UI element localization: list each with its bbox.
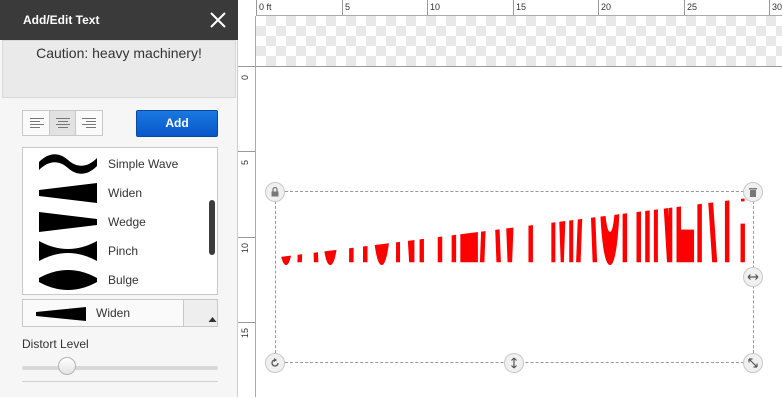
ruler-label: 0 <box>240 74 250 80</box>
widen-icon <box>39 183 97 203</box>
simple-wave-icon <box>39 154 97 174</box>
rotate-icon <box>271 358 279 367</box>
shape-label: Widen <box>108 186 143 200</box>
triangle-up-icon <box>208 317 217 322</box>
lock-handle[interactable] <box>265 182 285 202</box>
shape-item-widen[interactable]: Widen <box>23 178 203 207</box>
shape-label: Pinch <box>108 244 139 258</box>
shape-item-wedge[interactable]: Wedge <box>23 207 203 236</box>
align-left-button[interactable] <box>23 111 49 135</box>
horizontal-ruler: 0 ft 5 10 15 20 25 30 <box>256 0 782 16</box>
ruler-label: 25 <box>687 2 698 12</box>
delete-handle[interactable] <box>743 182 763 202</box>
ruler-label: 20 <box>601 2 612 12</box>
diagonal-arrows-icon <box>748 358 758 368</box>
trash-icon <box>749 188 757 197</box>
ruler-label: 15 <box>516 2 527 12</box>
alignment-buttons <box>22 110 103 136</box>
add-button[interactable]: Add <box>136 110 218 137</box>
stretch-vertical-handle[interactable] <box>504 353 524 373</box>
shape-dropdown[interactable]: Widen <box>22 299 218 327</box>
ruler-label: 0 ft <box>259 2 272 12</box>
scale-handle[interactable] <box>743 353 763 373</box>
ruler-label: 10 <box>430 2 441 12</box>
ruler-label: 5 <box>240 159 250 165</box>
close-icon <box>210 12 226 28</box>
text-input[interactable]: Caution: heavy machinery! <box>2 40 236 98</box>
rotate-handle[interactable] <box>265 353 285 373</box>
ruler-label: 30 <box>772 2 782 12</box>
align-right-button[interactable] <box>76 111 102 135</box>
dropdown-selected-label: Widen <box>96 306 131 320</box>
shape-label: Wedge <box>108 215 146 229</box>
vertical-arrows-icon <box>511 357 517 369</box>
ruler-label: 5 <box>345 2 351 12</box>
vertical-ruler: 0 5 10 15 <box>238 16 256 397</box>
pinch-icon <box>39 241 97 261</box>
shape-label: Bulge <box>108 273 139 287</box>
horizontal-arrows-icon <box>747 274 759 280</box>
shape-item-bulge[interactable]: Bulge <box>23 265 203 294</box>
distort-slider-thumb[interactable] <box>57 357 76 375</box>
selection-box <box>275 191 754 363</box>
distort-slider-track[interactable] <box>22 366 218 370</box>
ruler-label: 15 <box>240 327 250 338</box>
close-button[interactable] <box>208 10 228 30</box>
widen-icon <box>36 307 86 321</box>
transparent-margin <box>256 16 782 66</box>
distort-level-label: Distort Level <box>22 337 89 351</box>
dropdown-toggle-button[interactable] <box>183 300 217 326</box>
ruler-label: 10 <box>240 242 250 253</box>
align-center-button[interactable] <box>49 111 76 135</box>
wedge-icon <box>39 212 97 232</box>
add-edit-text-panel: Add/Edit Text Caution: heavy machinery! <box>0 0 238 397</box>
shape-list-scrollbar[interactable] <box>209 200 215 255</box>
shape-item-pinch[interactable]: Pinch <box>23 236 203 265</box>
shape-label: Simple Wave <box>108 157 179 171</box>
lock-icon <box>271 186 279 197</box>
shape-item-simple-wave[interactable]: Simple Wave <box>23 149 203 178</box>
panel-header: Add/Edit Text <box>0 0 238 40</box>
bulge-icon <box>39 270 97 290</box>
panel-title: Add/Edit Text <box>23 13 100 27</box>
divider <box>22 381 218 382</box>
stretch-horizontal-handle[interactable] <box>743 267 763 287</box>
shape-list[interactable]: Simple Wave Widen Wedge Pinch Bulge <box>22 147 218 295</box>
